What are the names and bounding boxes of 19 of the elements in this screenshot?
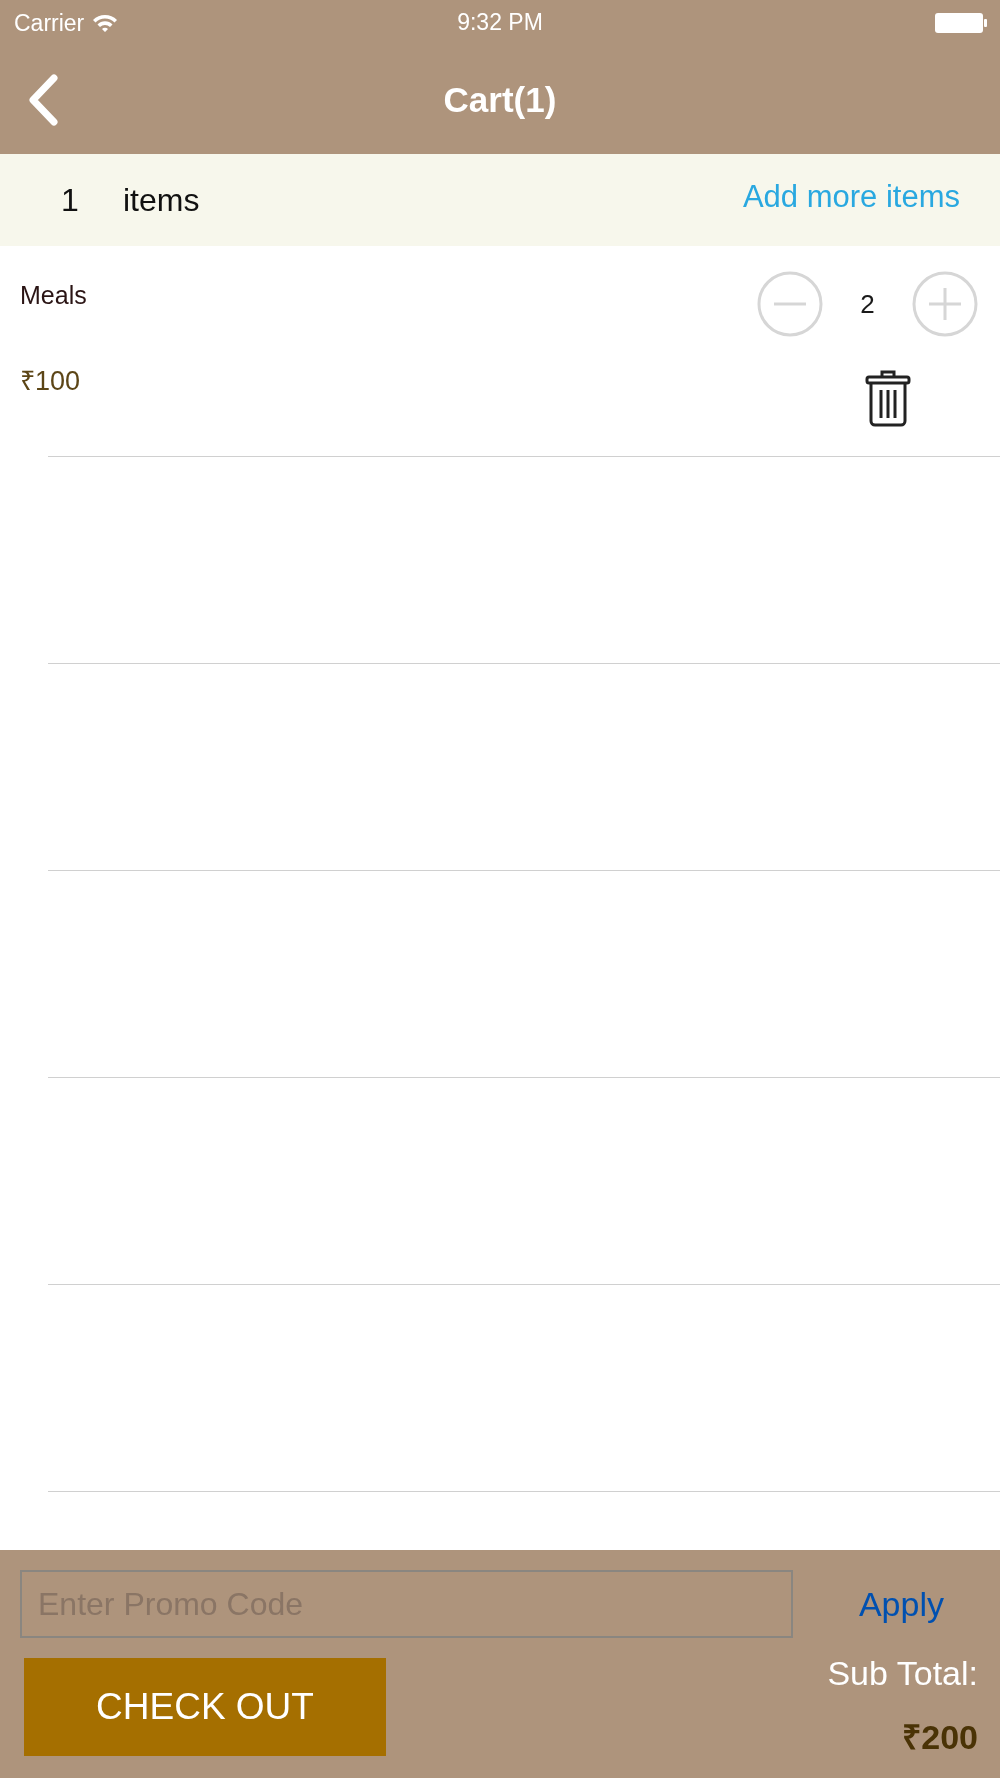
quantity-value: 2 (859, 288, 876, 320)
item-price: ₹100 (20, 365, 81, 398)
items-label: items (123, 181, 200, 219)
screen-title: Cart(1) (443, 80, 557, 120)
checkout-button[interactable]: CHECK OUT (24, 1658, 386, 1756)
item-name: Meals (20, 281, 87, 310)
minus-icon[interactable] (756, 270, 824, 338)
battery-icon (934, 12, 988, 34)
apply-button[interactable]: Apply (858, 1584, 944, 1624)
back-icon[interactable] (26, 74, 60, 126)
trash-icon[interactable] (864, 370, 912, 428)
carrier-name: Carrier (14, 9, 85, 37)
subtotal-amount: ₹200 (902, 1717, 978, 1758)
subtotal-label: Sub Total: (827, 1654, 978, 1693)
status-time: 9:32 PM (457, 9, 543, 35)
item-count: 1 (61, 181, 80, 219)
plus-icon[interactable] (911, 270, 979, 338)
wifi-icon (92, 13, 119, 33)
add-more-link[interactable]: Add more items (742, 179, 960, 215)
